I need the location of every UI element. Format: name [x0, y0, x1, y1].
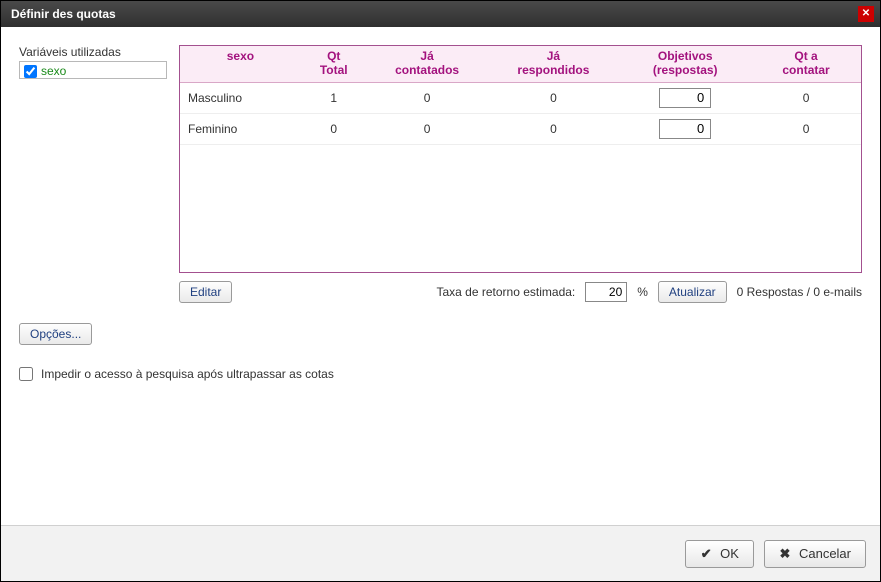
status-text: 0 Respostas / 0 e-mails	[737, 285, 862, 299]
refresh-button[interactable]: Atualizar	[658, 281, 727, 303]
cell-qt-total: 0	[301, 113, 367, 144]
title-bar: Définir des quotas ✕	[1, 1, 880, 27]
variables-panel: Variáveis utilizadas sexo	[19, 45, 167, 303]
objective-input[interactable]	[659, 119, 711, 139]
variables-label: Variáveis utilizadas	[19, 45, 167, 59]
block-access-checkbox[interactable]	[19, 367, 33, 381]
table-row: Feminino 0 0 0 0	[180, 113, 861, 144]
rate-label: Taxa de retorno estimada:	[437, 285, 576, 299]
block-access-row: Impedir o acesso à pesquisa após ultrapa…	[19, 367, 862, 381]
options-button[interactable]: Opções...	[19, 323, 92, 345]
col-header-ja-contatados: Jácontatados	[367, 46, 488, 82]
cell-qt-contatar: 0	[751, 82, 861, 113]
col-header-objetivos: Objetivos(respostas)	[619, 46, 751, 82]
quota-table-container: sexo QtTotal Jácontatados Járespondidos	[179, 45, 862, 273]
cell-objetivos	[619, 113, 751, 144]
cell-label: Masculino	[180, 82, 301, 113]
ok-button[interactable]: ✔ OK	[685, 540, 754, 568]
check-icon: ✔	[700, 546, 712, 562]
edit-button[interactable]: Editar	[179, 281, 232, 303]
window-title: Définir des quotas	[11, 7, 116, 21]
cell-ja-respondidos: 0	[488, 82, 620, 113]
x-icon: ✖	[779, 546, 791, 562]
variable-item[interactable]: sexo	[24, 63, 162, 79]
variable-checkbox[interactable]	[24, 65, 37, 78]
variable-name: sexo	[41, 64, 66, 78]
block-access-label: Impedir o acesso à pesquisa após ultrapa…	[41, 367, 334, 381]
cell-ja-contatados: 0	[367, 113, 488, 144]
cell-qt-contatar: 0	[751, 113, 861, 144]
cancel-button[interactable]: ✖ Cancelar	[764, 540, 866, 568]
cell-ja-contatados: 0	[367, 82, 488, 113]
table-header-row: sexo QtTotal Jácontatados Járespondidos	[180, 46, 861, 82]
objective-input[interactable]	[659, 88, 711, 108]
percent-sign: %	[637, 285, 648, 299]
footer-bar: ✔ OK ✖ Cancelar	[1, 525, 880, 581]
table-controls-row: Editar Taxa de retorno estimada: % Atual…	[179, 281, 862, 303]
close-button[interactable]: ✕	[858, 6, 874, 22]
cell-objetivos	[619, 82, 751, 113]
cell-label: Feminino	[180, 113, 301, 144]
cell-qt-total: 1	[301, 82, 367, 113]
col-header-qt-contatar: Qt acontatar	[751, 46, 861, 82]
rate-input[interactable]	[585, 282, 627, 302]
col-header-ja-respondidos: Járespondidos	[488, 46, 620, 82]
variables-list[interactable]: sexo	[19, 61, 167, 79]
ok-label: OK	[720, 546, 739, 561]
close-icon: ✕	[862, 9, 870, 19]
quota-table: sexo QtTotal Jácontatados Járespondidos	[180, 46, 861, 145]
table-row: Masculino 1 0 0 0	[180, 82, 861, 113]
content-area: Variáveis utilizadas sexo	[1, 27, 880, 525]
col-header-qt-total: QtTotal	[301, 46, 367, 82]
cell-ja-respondidos: 0	[488, 113, 620, 144]
col-header-sexo: sexo	[180, 46, 301, 82]
dialog-window: Définir des quotas ✕ Variáveis utilizada…	[0, 0, 881, 582]
cancel-label: Cancelar	[799, 546, 851, 561]
